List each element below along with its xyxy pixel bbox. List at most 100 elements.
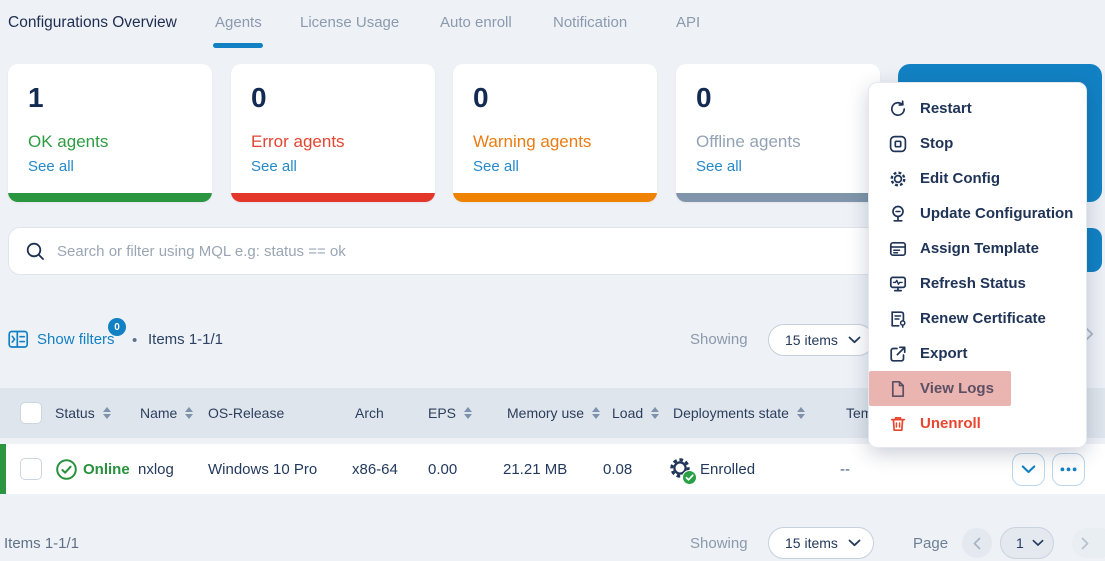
agent-name: nxlog: [138, 444, 174, 494]
row-actions-menu: Restart Stop Edit Config Update Configur…: [868, 82, 1087, 448]
tab-api[interactable]: API: [676, 14, 700, 31]
ok-agents-label: OK agents: [28, 132, 108, 152]
agent-eps: 0.00: [428, 444, 457, 494]
menu-item-edit-config[interactable]: Edit Config: [869, 161, 1086, 196]
warning-agents-color-bar: [453, 193, 657, 202]
sort-icon[interactable]: [592, 407, 600, 419]
row-status-accent: [0, 444, 6, 494]
document-icon: [889, 380, 907, 398]
show-filters-label: Show filters: [37, 331, 115, 348]
menu-item-refresh-status[interactable]: Refresh Status: [869, 266, 1086, 301]
search-bar: [8, 227, 970, 275]
search-icon: [25, 241, 46, 262]
enrolled-check-badge: [682, 470, 697, 485]
tab-license-usage[interactable]: License Usage: [300, 14, 399, 31]
pagination-footer: Items 1-1/1 Showing 15 items Page 1: [0, 524, 1105, 561]
tab-agents[interactable]: Agents: [215, 14, 262, 31]
warning-agents-count: 0: [473, 82, 489, 114]
card-error-agents: 0 Error agents See all: [231, 64, 435, 202]
card-warning-agents: 0 Warning agents See all: [453, 64, 657, 202]
error-agents-count: 0: [251, 82, 267, 114]
trash-icon: [889, 415, 907, 433]
online-check-icon: [55, 444, 78, 494]
row-checkbox[interactable]: [20, 458, 42, 480]
agent-memory-use: 21.21 MB: [503, 444, 567, 494]
column-header-name[interactable]: Name: [140, 388, 193, 438]
refresh-status-icon: [889, 275, 907, 293]
stop-icon: [889, 135, 907, 153]
agent-deployments-state: Enrolled: [700, 444, 755, 494]
agent-template: --: [840, 444, 850, 494]
menu-item-assign-template[interactable]: Assign Template: [869, 231, 1086, 266]
agent-arch: x86-64: [352, 444, 398, 494]
offline-agents-label: Offline agents: [696, 132, 801, 152]
chevron-left-icon: [973, 537, 981, 550]
page-title: Configurations Overview: [8, 14, 177, 32]
template-icon: [889, 240, 907, 258]
menu-item-update-configuration[interactable]: Update Configuration: [869, 196, 1086, 231]
filter-panel-icon: [8, 330, 29, 349]
agents-page: Configurations Overview Agents License U…: [0, 0, 1105, 561]
filters-count-badge: 0: [108, 318, 126, 336]
ok-agents-count: 1: [28, 82, 44, 114]
tab-auto-enroll[interactable]: Auto enroll: [440, 14, 512, 31]
offline-agents-count: 0: [696, 82, 712, 114]
agent-status: Online: [83, 444, 130, 494]
top-nav: Configurations Overview Agents License U…: [0, 0, 1105, 48]
tab-notification[interactable]: Notification: [553, 14, 627, 31]
export-icon: [889, 345, 907, 363]
error-agents-label: Error agents: [251, 132, 345, 152]
warning-agents-label: Warning agents: [473, 132, 591, 152]
current-page-select[interactable]: 1: [1000, 527, 1054, 559]
page-size-value-bottom: 15 items: [785, 535, 838, 551]
error-agents-see-all-link[interactable]: See all: [251, 158, 297, 175]
menu-item-view-logs[interactable]: View Logs: [869, 371, 1011, 406]
menu-item-stop[interactable]: Stop: [869, 126, 1086, 161]
column-header-eps[interactable]: EPS: [428, 388, 472, 438]
ellipsis-icon: [1060, 467, 1077, 472]
card-offline-agents: 0 Offline agents See all: [676, 64, 880, 202]
restart-icon: [889, 100, 907, 118]
column-header-load[interactable]: Load: [612, 388, 659, 438]
sort-icon[interactable]: [651, 407, 659, 419]
page-size-select-top[interactable]: 15 items: [768, 324, 874, 356]
search-input[interactable]: [57, 228, 937, 274]
ok-agents-see-all-link[interactable]: See all: [28, 158, 74, 175]
chevron-down-icon: [1021, 465, 1036, 474]
row-expand-button[interactable]: [1012, 453, 1045, 486]
column-header-memory-use[interactable]: Memory use: [507, 388, 600, 438]
ok-agents-color-bar: [8, 193, 212, 202]
next-page-button[interactable]: [1072, 528, 1105, 558]
select-all-checkbox[interactable]: [20, 402, 42, 424]
sort-icon[interactable]: [464, 407, 472, 419]
column-header-status[interactable]: Status: [55, 388, 111, 438]
menu-item-renew-certificate[interactable]: Renew Certificate: [869, 301, 1086, 336]
warning-agents-see-all-link[interactable]: See all: [473, 158, 519, 175]
offline-agents-color-bar: [676, 193, 880, 202]
row-actions-button[interactable]: [1052, 453, 1085, 486]
menu-item-restart[interactable]: Restart: [869, 91, 1086, 126]
menu-item-export[interactable]: Export: [869, 336, 1086, 371]
chevron-right-icon: [1081, 537, 1089, 550]
active-tab-indicator: [213, 43, 263, 48]
showing-label-bottom: Showing: [690, 535, 748, 552]
chevron-down-icon: [848, 336, 861, 344]
offline-agents-see-all-link[interactable]: See all: [696, 158, 742, 175]
toolbar-separator: •: [132, 332, 137, 349]
previous-page-button[interactable]: [962, 528, 992, 558]
column-header-arch[interactable]: Arch: [355, 388, 384, 438]
agent-os-release: Windows 10 Pro: [208, 444, 317, 494]
sort-icon[interactable]: [185, 407, 193, 419]
show-filters-button[interactable]: Show filters: [8, 330, 115, 349]
table-row[interactable]: Online nxlog Windows 10 Pro x86-64 0.00 …: [0, 444, 1105, 494]
column-header-deployments-state[interactable]: Deployments state: [673, 388, 805, 438]
items-count-bottom: Items 1-1/1: [4, 535, 79, 552]
items-count-top: Items 1-1/1: [148, 331, 223, 348]
sort-icon[interactable]: [103, 407, 111, 419]
menu-item-unenroll[interactable]: Unenroll: [869, 406, 1086, 441]
update-config-icon: [889, 205, 907, 223]
page-size-select-bottom[interactable]: 15 items: [768, 527, 874, 559]
sort-icon[interactable]: [797, 407, 805, 419]
column-header-os-release[interactable]: OS-Release: [208, 388, 284, 438]
current-page-value: 1: [1016, 535, 1024, 551]
